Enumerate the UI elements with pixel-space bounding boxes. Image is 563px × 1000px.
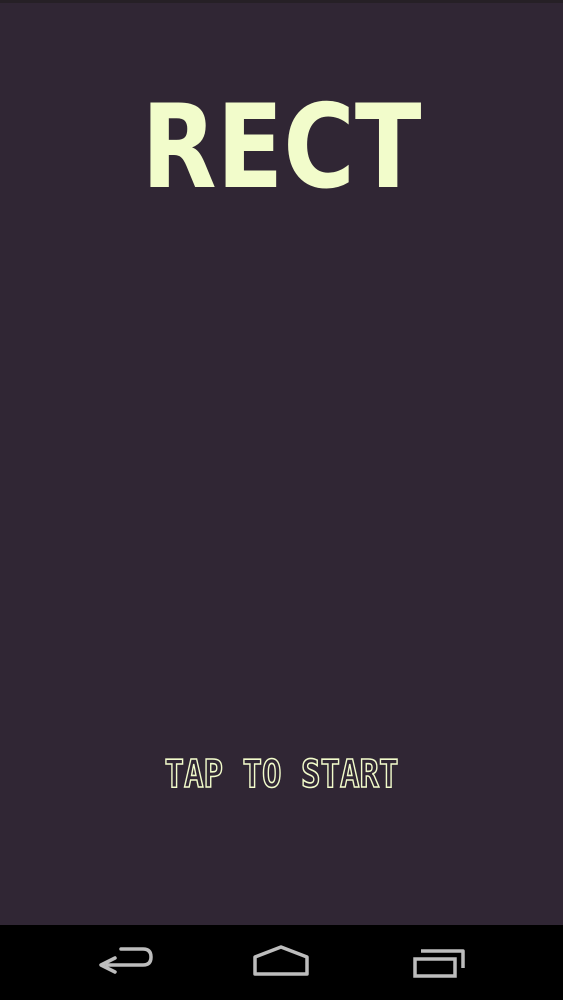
recents-button[interactable]: [399, 935, 479, 990]
home-button[interactable]: [241, 935, 321, 990]
game-area[interactable]: RECT TAP TO START: [0, 3, 563, 925]
back-icon: [99, 947, 153, 974]
game-title: RECT: [142, 93, 422, 203]
game-title-container: RECT: [0, 93, 563, 203]
tap-to-start-label: TAP TO START: [165, 752, 399, 796]
game-screen[interactable]: RECT TAP TO START: [0, 0, 563, 1000]
tap-to-start-button[interactable]: TAP TO START: [0, 751, 563, 801]
back-button[interactable]: [85, 935, 165, 990]
home-icon: [253, 945, 309, 976]
recents-icon: [413, 949, 465, 978]
navigation-bar: [0, 925, 563, 1000]
